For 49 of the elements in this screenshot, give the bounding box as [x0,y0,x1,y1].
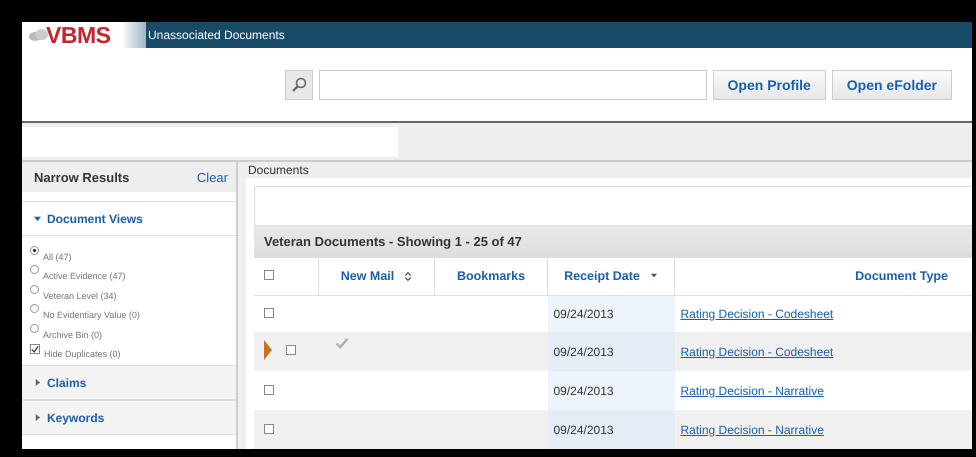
search-field[interactable] [318,70,707,100]
input-field[interactable] [22,127,398,157]
radio-button[interactable] [30,265,39,274]
sort-icon [404,270,412,282]
radio-button[interactable] [30,324,39,332]
section-header[interactable]: Document Views [22,201,236,236]
date-cell: 09/24/2013 [554,306,614,321]
radio-button[interactable] [30,246,39,254]
logo: VBMS [46,22,110,48]
option-label: Hide Duplicates (0) [44,349,121,359]
collapsed-caret-icon [34,379,41,386]
option-label: All (47) [43,252,72,262]
sidebar-title: Narrow Results [34,170,130,184]
collapsed-caret-icon [34,414,41,421]
toolbar-button[interactable]: Open Profile [712,70,826,100]
search-icon [290,76,307,92]
column-header[interactable]: New Mail [318,258,434,295]
option-label: Archive Bin (0) [43,330,102,340]
document-link[interactable]: Rating Decision - Codesheet [680,306,834,321]
option-label: Veteran Level (34) [43,290,117,300]
radio-button[interactable] [30,284,39,294]
row-checkbox[interactable] [264,424,274,434]
row-checkbox[interactable] [286,345,296,355]
document-link[interactable]: Rating Decision - Codesheet [680,344,834,358]
row-checkbox[interactable] [264,308,274,318]
document-link[interactable]: Rating Decision - Narrative [680,422,824,436]
column-header[interactable]: Bookmarks [434,258,548,295]
section-header[interactable]: Keywords [22,400,236,435]
search-button[interactable] [284,70,313,100]
date-cell: 09/24/2013 [554,384,614,398]
option-label: No Evidentiary Value (0) [43,310,140,320]
select-all-checkbox[interactable] [264,270,274,280]
toolbar-button[interactable]: Open eFolder [832,70,952,100]
row-checkbox[interactable] [264,384,274,394]
date-cell: 09/24/2013 [554,344,614,358]
page-title: Unassociated Documents [148,28,285,42]
document-link[interactable]: Rating Decision - Narrative [680,384,824,398]
section-header[interactable]: Claims [22,365,236,400]
sort-descending-icon [650,273,658,279]
checkbox[interactable] [30,344,40,354]
date-cell: 09/24/2013 [554,422,614,436]
column-header[interactable]: Receipt Date [548,258,674,295]
table-title: Veteran Documents - Showing 1 - 25 of 47 [264,234,522,249]
radio-button[interactable] [30,304,39,313]
column-header[interactable]: Document Type [674,258,972,295]
option-label: Active Evidence (47) [43,271,126,281]
expanded-caret-icon [34,215,41,222]
panel-title: Documents [248,162,309,177]
clear-link[interactable]: Clear [196,170,228,184]
